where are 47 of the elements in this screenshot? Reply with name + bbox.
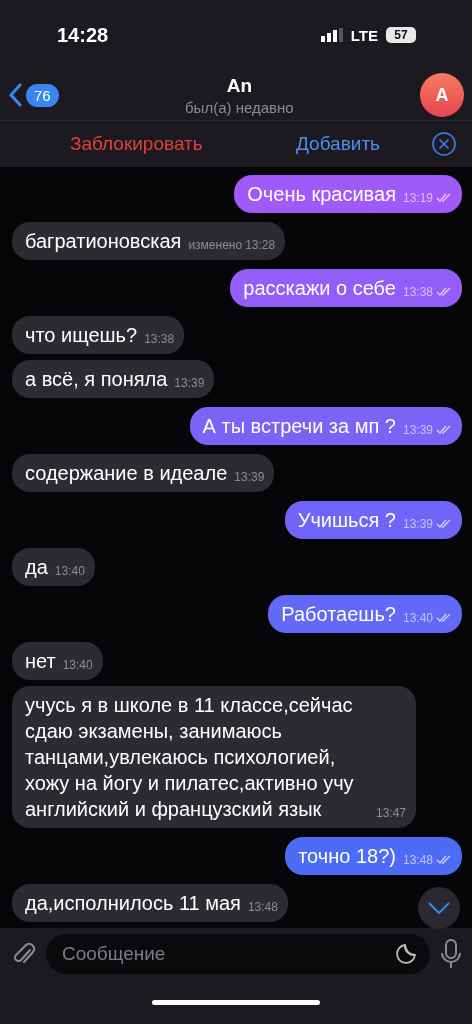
message-text: нет [25,649,56,674]
message-text: Очень красивая [247,182,396,207]
message-text: Учишься ? [297,508,396,533]
message-text: да [25,555,48,580]
message-time: 13:39 [234,470,265,484]
message-text: расскажи о себе [243,276,396,301]
message-text: учусь я в школе в 11 классе,сейчас сдаю экзамены, занимаюсь танцами,увлекаюсь психологией, хожу на йогу и пилатес,активно учу английский и французский язык [25,693,355,822]
message-time: 13:40 [62,658,93,672]
sticker-icon[interactable] [394,942,418,966]
message-text: багратионовская [25,229,182,254]
unread-count: 76 [26,83,59,107]
battery-level: 57 [386,27,416,43]
close-icon[interactable] [432,132,456,156]
message-text: а всё, я поняла [25,367,168,392]
status-time: 14:28 [57,23,109,47]
message-time: 13:48 [402,853,433,867]
message-time: 13:39 [402,423,433,437]
message-time: 13:28 [245,238,276,252]
back-chevron-icon [8,83,22,107]
message-time: 13:39 [402,517,433,531]
chat-title: An [226,74,252,97]
message-text: что ищешь? [25,323,138,348]
message-field[interactable]: Сообщение [46,934,430,974]
add-button[interactable]: Добавить [296,133,380,155]
edited-label: изменено [188,238,243,252]
chevron-down-icon [428,902,450,914]
message-text: да,исполнилось 11 мая [25,891,241,916]
microphone-icon[interactable] [440,939,462,969]
network-label: LTE [350,26,378,44]
message-time: 13:40 [402,611,433,625]
block-button[interactable]: Заблокировать [70,133,203,155]
message-time: 13:48 [247,900,278,914]
message-text: содержание в идеале [25,461,228,486]
message-time: 13:38 [402,285,433,299]
avatar[interactable]: A [420,73,464,117]
scroll-down-button[interactable] [418,887,460,929]
message-time: 13:47 [375,806,406,820]
signal-icon [320,28,343,42]
message-text: А ты встречи за мп ? [202,414,396,439]
last-seen: был(а) недавно [185,98,294,116]
message-time: 13:19 [402,191,433,205]
message-time: 13:40 [54,564,85,578]
message-time: 13:39 [174,376,205,390]
back-button[interactable]: 76 [8,83,59,107]
message-text: Работаешь? [281,602,396,627]
message-time: 13:38 [144,332,175,346]
message-text: точно 18?) [298,844,396,869]
